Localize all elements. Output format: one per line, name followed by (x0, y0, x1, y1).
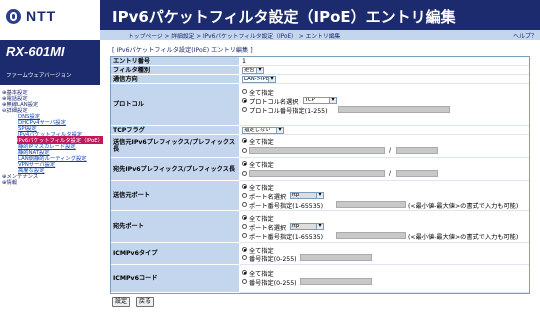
src-prefix-input[interactable] (249, 147, 385, 154)
icmp-type-num-input[interactable] (300, 254, 372, 261)
logo-area: NTT (0, 0, 100, 40)
dst-port-label: 宛先ポート (111, 211, 239, 243)
breadcrumb-current: エントリ編集 (305, 34, 341, 40)
filter-type-label: フィルタ種別 (111, 66, 239, 75)
row-icmp-code: ICMPv6コード 全て指定 番号指定(0-255) (111, 265, 529, 293)
model-panel: RX-601MI ファームウェアバージョン (0, 40, 100, 85)
row-tcp-flag: TCPフラグ 指定しない (111, 126, 529, 135)
entry-no-value: 1 (242, 58, 246, 65)
src-prefix-all-label: 全て指定 (249, 139, 274, 146)
src-prefix-all-radio[interactable] (242, 138, 247, 143)
row-dst-prefix: 宛先IPv6プレフィックス/プレフィックス長 全て指定 / (111, 158, 529, 181)
src-port-all-radio[interactable] (242, 184, 247, 189)
ntt-logo-icon (6, 9, 21, 24)
dst-prefix-label: 宛先IPv6プレフィックス/プレフィックス長 (111, 158, 239, 181)
dst-port-all-label: 全て指定 (249, 216, 274, 223)
dst-port-hint: (<最小値-最大値>の書式で入力も可能) (408, 234, 519, 241)
icmp-code-all-label: 全て指定 (249, 271, 274, 278)
icmp-type-all-radio[interactable] (242, 247, 247, 252)
src-port-num-label: ポート番号指定(1-65535) (249, 203, 323, 210)
row-icmp-type: ICMPv6タイプ 全て指定 番号指定(0-255) (111, 243, 529, 265)
dst-port-num-input[interactable] (336, 232, 406, 239)
protocol-all-label: 全て指定 (249, 90, 274, 97)
icmp-type-num-radio[interactable] (242, 255, 247, 260)
dst-prefix-all-label: 全て指定 (249, 162, 274, 169)
icmp-type-num-label: 番号指定(0-255) (249, 256, 297, 263)
entry-no-label: エントリ番号 (111, 57, 239, 66)
icmp-type-label: ICMPv6タイプ (111, 243, 239, 265)
breadcrumb-bar: トップページ > 詳細設定 > IPv6パケットフィルタ設定（IPoE） > エ… (100, 30, 540, 40)
icmp-code-label: ICMPv6コード (111, 265, 239, 293)
page-title: IPv6パケットフィルタ設定（IPoE）エントリ編集 (112, 8, 456, 26)
dst-port-num-label: ポート番号指定(1-65535) (249, 234, 323, 241)
row-protocol: プロトコル 全て指定 プロトコル名選択 TCP プロトコル番号指定(1-255) (111, 84, 529, 126)
src-prefix-len-input[interactable] (396, 147, 438, 154)
direction-label: 通信方向 (111, 75, 239, 84)
row-dst-port: 宛先ポート 全て指定 ポート名選択 ftp ポート番号指定(1-65535) (… (111, 211, 529, 243)
back-button[interactable]: 戻る (136, 297, 155, 307)
dst-port-all-radio[interactable] (242, 215, 247, 220)
protocol-label: プロトコル (111, 84, 239, 126)
logo-text: NTT (26, 8, 57, 24)
src-port-name-radio[interactable] (242, 193, 247, 198)
protocol-name-radio[interactable] (242, 98, 247, 103)
protocol-name-label: プロトコル名選択 (249, 99, 299, 106)
dst-port-name-select[interactable]: ftp (290, 223, 324, 230)
src-port-num-radio[interactable] (242, 202, 247, 207)
help-link[interactable]: ヘルプ？ (513, 31, 537, 40)
dst-port-name-label: ポート名選択 (249, 225, 287, 232)
breadcrumb-advanced[interactable]: 詳細設定 (171, 34, 194, 40)
protocol-num-label: プロトコル番号指定(1-255) (249, 108, 328, 115)
dst-port-num-radio[interactable] (242, 233, 247, 238)
firmware-label: ファームウェアバージョン (6, 73, 72, 79)
icmp-code-num-radio[interactable] (242, 279, 247, 284)
breadcrumb-top[interactable]: トップページ (128, 34, 163, 40)
section-title: [ IPv6パケットフィルタ設定(IPoE) エントリ編集 ] (112, 47, 253, 54)
tcp-flag-select[interactable]: 指定しない (242, 127, 284, 134)
src-prefix-spec-radio[interactable] (242, 148, 247, 153)
src-prefix-label: 送信元IPv6プレフィックス/プレフィックス長 (111, 135, 239, 158)
src-port-all-label: 全て指定 (249, 185, 274, 192)
dst-port-name-radio[interactable] (242, 224, 247, 229)
src-port-num-input[interactable] (336, 201, 406, 208)
row-direction: 通信方向 LAN->IPoE (111, 75, 529, 84)
row-src-prefix: 送信元IPv6プレフィックス/プレフィックス長 全て指定 / (111, 135, 529, 158)
dst-prefix-all-radio[interactable] (242, 161, 247, 166)
src-port-label: 送信元ポート (111, 181, 239, 211)
icmp-code-all-radio[interactable] (242, 270, 247, 275)
dst-prefix-spec-radio[interactable] (242, 171, 247, 176)
src-port-hint: (<最小値-最大値>の書式で入力も可能) (408, 203, 519, 210)
protocol-all-radio[interactable] (242, 89, 247, 94)
direction-select[interactable]: LAN->IPoE (242, 76, 276, 83)
dst-prefix-len-input[interactable] (396, 170, 438, 177)
filter-entry-form: エントリ番号 1 フィルタ種別 拒否 通信方向 LAN->IPoE プロトコル … (110, 56, 530, 294)
row-src-port: 送信元ポート 全て指定 ポート名選択 ftp ポート番号指定(1-65535) … (111, 181, 529, 211)
filter-type-select[interactable]: 拒否 (242, 67, 264, 74)
row-filter-type: フィルタ種別 拒否 (111, 66, 529, 75)
tcp-flag-label: TCPフラグ (111, 126, 239, 135)
set-button[interactable]: 設定 (112, 297, 131, 307)
dst-prefix-input[interactable] (249, 170, 385, 177)
model-name: RX-601MI (6, 44, 65, 59)
icmp-code-num-label: 番号指定(0-255) (249, 280, 297, 287)
protocol-num-input[interactable] (338, 106, 450, 113)
row-entry-no: エントリ番号 1 (111, 57, 529, 66)
page-header: IPv6パケットフィルタ設定（IPoE）エントリ編集 (100, 0, 540, 30)
protocol-name-select[interactable]: TCP (303, 97, 337, 104)
src-port-name-select[interactable]: ftp (290, 192, 324, 199)
breadcrumb-ipv6-filter[interactable]: IPv6パケットフィルタ設定（IPoE） (203, 34, 297, 40)
src-port-name-label: ポート名選択 (249, 194, 287, 201)
icmp-code-num-input[interactable] (300, 278, 372, 285)
protocol-num-radio[interactable] (242, 107, 247, 112)
nav-info[interactable]: ⊕情報 (2, 178, 17, 186)
breadcrumb: トップページ > 詳細設定 > IPv6パケットフィルタ設定（IPoE） > エ… (128, 34, 341, 40)
